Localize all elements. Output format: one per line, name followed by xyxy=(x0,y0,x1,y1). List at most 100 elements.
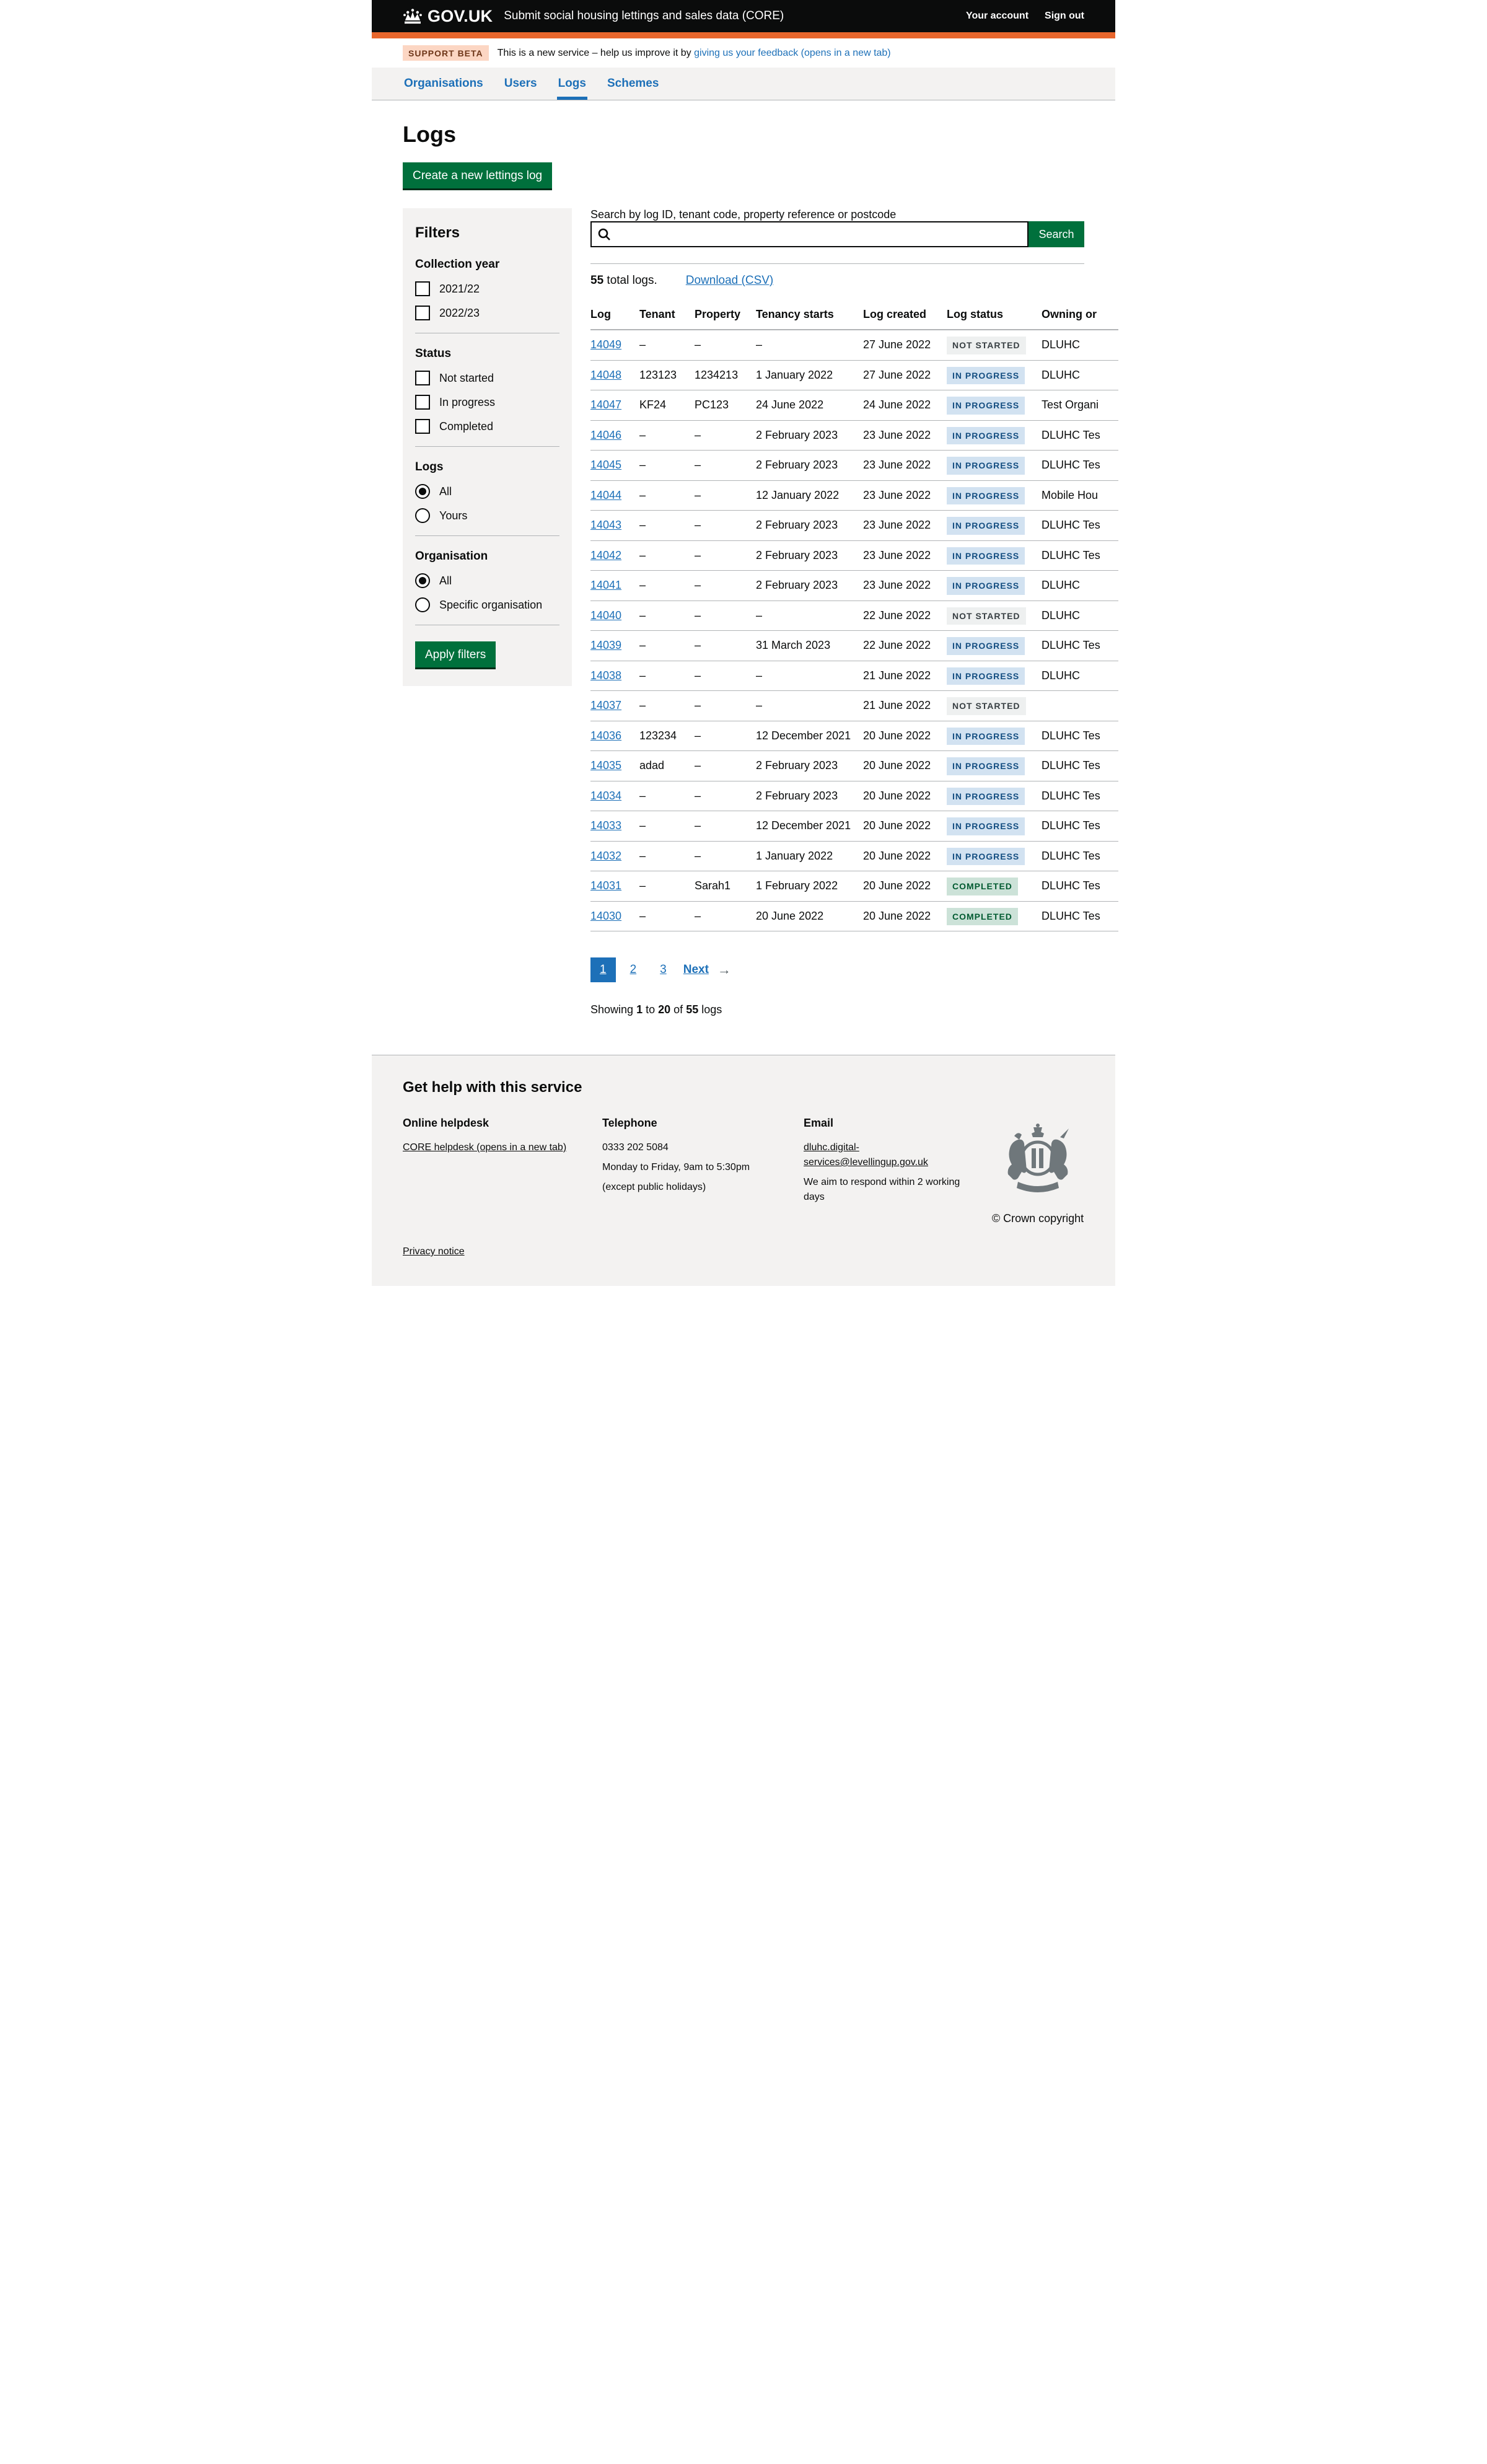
checkbox-icon[interactable] xyxy=(415,395,430,410)
create-lettings-log-button[interactable]: Create a new lettings log xyxy=(403,162,552,188)
option-label: Not started xyxy=(439,372,494,385)
footer-link-dluhc-digital-services-levelli[interactable]: dluhc.digital-services@levellingup.gov.u… xyxy=(804,1142,928,1168)
table-row: 1404812312312342131 January 202227 June … xyxy=(590,360,1118,390)
pagination-next-link[interactable]: Next xyxy=(681,957,711,982)
checkbox-option-2021-22[interactable]: 2021/22 xyxy=(415,281,559,296)
log-id-link[interactable]: 14038 xyxy=(590,669,621,682)
checkbox-option-in-progress[interactable]: In progress xyxy=(415,395,559,410)
status-badge: IN PROGRESS xyxy=(947,427,1025,445)
log-id-link[interactable]: 14048 xyxy=(590,369,621,381)
nav-item-organisations[interactable]: Organisations xyxy=(403,68,485,100)
log-id-link[interactable]: 14047 xyxy=(590,398,621,411)
log-status-cell: IN PROGRESS xyxy=(947,571,1042,601)
table-row: 14043––2 February 202323 June 2022IN PRO… xyxy=(590,511,1118,541)
royal-coat-of-arms-icon xyxy=(999,1122,1076,1203)
footer-link-core-helpdesk-opens-in-a-new-t[interactable]: CORE helpdesk (opens in a new tab) xyxy=(403,1142,566,1153)
pagination-page-1[interactable]: 1 xyxy=(590,957,616,982)
radio-option-specific-organisation[interactable]: Specific organisation xyxy=(415,597,559,612)
download-csv-link[interactable]: Download (CSV) xyxy=(686,274,774,288)
checkbox-icon[interactable] xyxy=(415,419,430,434)
summary-of-word: of xyxy=(673,1003,683,1016)
owning-organisation-cell: DLUHC Tes xyxy=(1042,420,1118,451)
log-id-link[interactable]: 14034 xyxy=(590,790,621,802)
radio-option-all[interactable]: All xyxy=(415,573,559,588)
checkbox-option-completed[interactable]: Completed xyxy=(415,419,559,434)
total-logs-suffix: total logs. xyxy=(603,274,657,287)
main-content: Logs Create a new lettings log Filters C… xyxy=(372,121,1115,1055)
apply-filters-button[interactable]: Apply filters xyxy=(415,641,496,667)
pagination-page-3[interactable]: 3 xyxy=(651,957,676,982)
log-status-cell: IN PROGRESS xyxy=(947,841,1042,871)
log-status-cell: NOT STARTED xyxy=(947,601,1042,631)
summary-logs-word: logs xyxy=(701,1003,722,1016)
your-account-link[interactable]: Your account xyxy=(966,11,1029,22)
nav-item-logs[interactable]: Logs xyxy=(557,68,587,100)
privacy-notice-link[interactable]: Privacy notice xyxy=(403,1246,465,1257)
footer-line: Monday to Friday, 9am to 5:30pm xyxy=(602,1160,791,1175)
status-badge: NOT STARTED xyxy=(947,337,1026,354)
log-id-link[interactable]: 14032 xyxy=(590,850,621,862)
status-badge: COMPLETED xyxy=(947,878,1018,895)
table-row: 14034––2 February 202320 June 2022IN PRO… xyxy=(590,781,1118,811)
sign-out-link[interactable]: Sign out xyxy=(1045,11,1084,22)
pagination-page-2[interactable]: 2 xyxy=(621,957,646,982)
property-cell: – xyxy=(695,841,756,871)
radio-option-yours[interactable]: Yours xyxy=(415,508,559,523)
log-id-link[interactable]: 14044 xyxy=(590,489,621,501)
owning-organisation-cell: DLUHC xyxy=(1042,571,1118,601)
property-cell: – xyxy=(695,330,756,360)
radio-icon[interactable] xyxy=(415,508,430,523)
log-status-cell: IN PROGRESS xyxy=(947,390,1042,421)
option-label: 2022/23 xyxy=(439,307,480,320)
table-row: 14042––2 February 202323 June 2022IN PRO… xyxy=(590,540,1118,571)
log-created-cell: 23 June 2022 xyxy=(863,511,947,541)
log-id-link[interactable]: 14049 xyxy=(590,338,621,351)
log-id-link[interactable]: 14037 xyxy=(590,699,621,711)
search-input[interactable] xyxy=(590,221,1029,247)
radio-icon[interactable] xyxy=(415,484,430,499)
govuk-logo[interactable]: GOV.UK xyxy=(403,7,493,26)
log-id-link[interactable]: 14030 xyxy=(590,910,621,922)
log-id-link[interactable]: 14042 xyxy=(590,549,621,561)
tenant-cell: – xyxy=(639,511,695,541)
table-row: 14040–––22 June 2022NOT STARTEDDLUHC xyxy=(590,601,1118,631)
checkbox-option-2022-23[interactable]: 2022/23 xyxy=(415,306,559,320)
feedback-link[interactable]: giving us your feedback (opens in a new … xyxy=(694,48,891,58)
crown-copyright-link[interactable]: © Crown copyright xyxy=(992,1212,1084,1225)
table-row: 14031–Sarah11 February 202220 June 2022C… xyxy=(590,871,1118,902)
checkbox-icon[interactable] xyxy=(415,371,430,385)
log-id-link[interactable]: 14040 xyxy=(590,609,621,622)
tenancy-starts-cell: – xyxy=(756,330,863,360)
owning-organisation-cell xyxy=(1042,691,1118,721)
checkbox-icon[interactable] xyxy=(415,281,430,296)
log-id-link[interactable]: 14031 xyxy=(590,879,621,892)
tenancy-starts-cell: 1 January 2022 xyxy=(756,841,863,871)
status-badge: IN PROGRESS xyxy=(947,817,1025,835)
search-button[interactable]: Search xyxy=(1029,221,1084,247)
service-name-link[interactable]: Submit social housing lettings and sales… xyxy=(504,9,958,23)
nav-item-users[interactable]: Users xyxy=(503,68,538,100)
log-created-cell: 20 June 2022 xyxy=(863,751,947,781)
owning-organisation-cell: DLUHC Tes xyxy=(1042,451,1118,481)
header-account-nav: Your account Sign out xyxy=(966,11,1084,22)
log-id-link[interactable]: 14039 xyxy=(590,639,621,651)
radio-option-all[interactable]: All xyxy=(415,484,559,499)
log-status-cell: IN PROGRESS xyxy=(947,811,1042,842)
table-row: 14041––2 February 202323 June 2022IN PRO… xyxy=(590,571,1118,601)
log-id-link[interactable]: 14043 xyxy=(590,519,621,531)
checkbox-icon[interactable] xyxy=(415,306,430,320)
log-id-link[interactable]: 14041 xyxy=(590,579,621,591)
footer-line: CORE helpdesk (opens in a new tab) xyxy=(403,1140,590,1155)
checkbox-option-not-started[interactable]: Not started xyxy=(415,371,559,385)
tenancy-starts-cell: 2 February 2023 xyxy=(756,571,863,601)
log-id-link[interactable]: 14045 xyxy=(590,459,621,471)
log-id-link[interactable]: 14035 xyxy=(590,759,621,772)
log-id-link[interactable]: 14036 xyxy=(590,729,621,742)
radio-icon[interactable] xyxy=(415,573,430,588)
log-created-cell: 23 June 2022 xyxy=(863,571,947,601)
property-cell: – xyxy=(695,721,756,751)
log-id-link[interactable]: 14046 xyxy=(590,429,621,441)
nav-item-schemes[interactable]: Schemes xyxy=(606,68,660,100)
log-id-link[interactable]: 14033 xyxy=(590,819,621,832)
radio-icon[interactable] xyxy=(415,597,430,612)
